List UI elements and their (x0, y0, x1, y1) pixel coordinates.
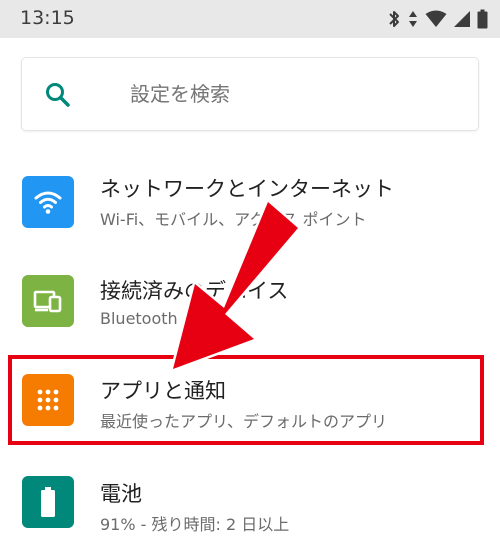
settings-item-subtitle: Bluetooth (100, 309, 178, 328)
status-time: 13:15 (20, 7, 75, 29)
devices-icon (22, 275, 74, 327)
settings-item-network[interactable]: ネットワークとインターネット Wi-Fi、モバイル、アクセス ポイント (0, 160, 500, 256)
settings-item-title: 接続済みのデバイス (100, 279, 289, 303)
settings-item-subtitle: 91% - 残り時間: 2 日以上 (100, 515, 290, 534)
battery-icon (22, 476, 74, 528)
status-bar: 13:15 (0, 0, 500, 38)
data-arrows-icon (409, 11, 417, 27)
settings-item-subtitle: Wi-Fi、モバイル、アクセス ポイント (100, 210, 367, 229)
settings-item-connected-devices[interactable]: 接続済みのデバイス Bluetooth (0, 258, 500, 354)
wifi-icon (425, 10, 447, 27)
search-bar[interactable] (22, 58, 478, 130)
settings-item-title: アプリと通知 (100, 379, 226, 403)
status-icons (387, 9, 488, 29)
apps-icon (22, 374, 74, 426)
settings-item-title: ネットワークとインターネット (100, 177, 394, 201)
search-input[interactable] (130, 76, 450, 112)
wifi-icon (22, 176, 74, 228)
bluetooth-icon (389, 11, 399, 27)
settings-item-title: 電池 (100, 482, 142, 506)
signal-icon (454, 11, 470, 27)
search-icon (46, 83, 70, 107)
settings-item-battery[interactable]: 電池 91% - 残り時間: 2 日以上 (0, 456, 500, 552)
settings-item-apps-notifications[interactable]: アプリと通知 最近使ったアプリ、デフォルトのアプリ (0, 356, 500, 452)
battery-icon (477, 9, 488, 29)
settings-item-subtitle: 最近使ったアプリ、デフォルトのアプリ (100, 412, 388, 431)
